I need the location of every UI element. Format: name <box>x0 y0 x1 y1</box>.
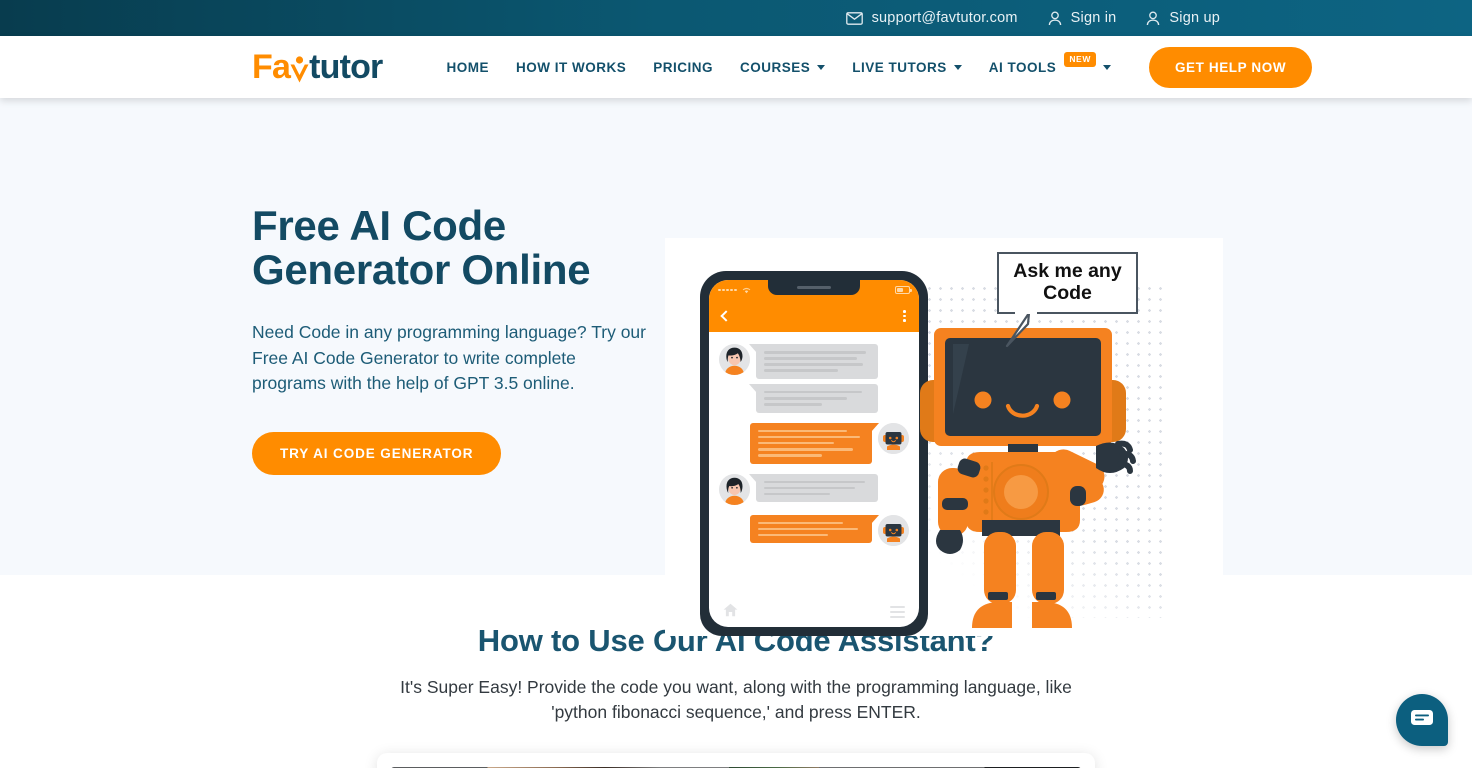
bot-avatar <box>878 514 909 546</box>
phone-screen <box>709 280 919 627</box>
logo-text-tutor: tutor <box>309 48 383 86</box>
nav-item-courses[interactable]: COURSES <box>740 59 826 75</box>
chat-widget-button[interactable] <box>1396 694 1448 746</box>
nav-label: PRICING <box>653 59 714 75</box>
chat-bubble-grey <box>749 473 878 503</box>
hero-copy: Free AI Code Generator Online Need Code … <box>252 198 672 475</box>
chat-message-user <box>719 344 909 379</box>
phone-app-bar <box>709 300 919 332</box>
user-icon <box>1048 11 1062 26</box>
hero-title-line2: Generator Online <box>252 246 591 294</box>
overflow-menu-icon[interactable] <box>903 309 906 323</box>
avatar <box>719 344 750 375</box>
phone-speaker <box>797 285 831 289</box>
chat-bubble-grey <box>749 344 878 379</box>
chat-icon <box>1410 708 1434 733</box>
main-navigation: HOME HOW IT WORKS PRICING COURSES LIVE T… <box>447 51 1111 75</box>
chat-bubble-grey <box>749 383 878 413</box>
speech-bubble: Ask me any Code <box>997 252 1138 314</box>
logo-person-icon <box>289 54 310 84</box>
avatar <box>719 473 750 505</box>
try-ai-code-generator-button[interactable]: TRY AI CODE GENERATOR <box>252 431 502 475</box>
phone-bottom-nav <box>709 597 919 627</box>
chevron-down-icon <box>953 64 962 70</box>
hero-title: Free AI Code Generator Online <box>252 204 672 292</box>
how-to-use-subtitle: It's Super Easy! Provide the code you wa… <box>400 677 1072 723</box>
nav-label: HOME <box>446 59 489 75</box>
sign-in-link[interactable]: Sign in <box>1048 10 1117 26</box>
site-header: Fa tutor HOME HOW IT WORKS PRICING COURS… <box>0 36 1472 98</box>
robot-mascot <box>920 328 1145 636</box>
bot-avatar <box>878 422 909 454</box>
back-arrow-icon[interactable] <box>720 310 732 322</box>
nav-label: HOW IT WORKS <box>516 59 627 75</box>
support-email-text: support@favtutor.com <box>871 10 1018 26</box>
phone-notch <box>768 280 860 295</box>
chat-message-user-3 <box>719 473 909 505</box>
wifi-icon <box>742 281 751 299</box>
logo-text-fav: Fa <box>252 48 291 86</box>
nav-item-live-tutors[interactable]: LIVE TUTORS <box>852 60 962 75</box>
site-logo[interactable]: Fa tutor <box>252 50 383 84</box>
sign-up-label: Sign up <box>1169 10 1220 26</box>
chat-bubble-orange <box>750 422 879 464</box>
sign-in-label: Sign in <box>1070 10 1117 26</box>
phone-signal-group <box>718 281 751 299</box>
nav-item-pricing[interactable]: PRICING <box>653 60 713 75</box>
home-icon[interactable] <box>723 603 738 622</box>
video-card[interactable] <box>377 753 1095 768</box>
sign-up-link[interactable]: Sign up <box>1146 10 1220 26</box>
chevron-down-icon <box>817 64 826 70</box>
chat-bubble-orange <box>750 514 879 544</box>
hero-section: Free AI Code Generator Online Need Code … <box>0 98 1472 636</box>
phone-status-bar <box>709 280 919 300</box>
envelope-icon <box>845 11 863 25</box>
phone-mockup <box>700 271 928 636</box>
hero-title-line1: Free AI Code <box>252 202 506 250</box>
hamburger-menu-icon[interactable] <box>890 605 905 619</box>
chat-message-bot <box>719 422 909 464</box>
support-email-link[interactable]: support@favtutor.com <box>845 10 1018 26</box>
nav-label: COURSES <box>740 59 811 75</box>
nav-item-ai-tools[interactable]: AI TOOLS NEW <box>988 51 1111 75</box>
chevron-down-icon <box>1102 64 1111 70</box>
signal-dots-icon <box>718 288 737 292</box>
get-help-now-button[interactable]: GET HELP NOW <box>1148 46 1313 88</box>
user-icon <box>1146 11 1160 26</box>
battery-icon <box>895 286 912 294</box>
nav-label: AI TOOLS <box>988 59 1057 75</box>
top-utility-bar: support@favtutor.com Sign in Sign up <box>0 0 1472 36</box>
speech-bubble-tail <box>1005 310 1045 352</box>
chat-message-bot-2 <box>719 514 909 546</box>
hero-illustration: Ask me any Code <box>665 238 1223 636</box>
phone-chat-area <box>709 332 919 597</box>
nav-item-how-it-works[interactable]: HOW IT WORKS <box>516 60 626 75</box>
nav-item-home[interactable]: HOME <box>447 60 490 75</box>
nav-label: LIVE TUTORS <box>852 59 947 75</box>
hero-subtitle: Need Code in any programming language? T… <box>252 322 646 394</box>
chat-message-user-2 <box>719 383 909 413</box>
new-badge: NEW <box>1064 51 1096 67</box>
